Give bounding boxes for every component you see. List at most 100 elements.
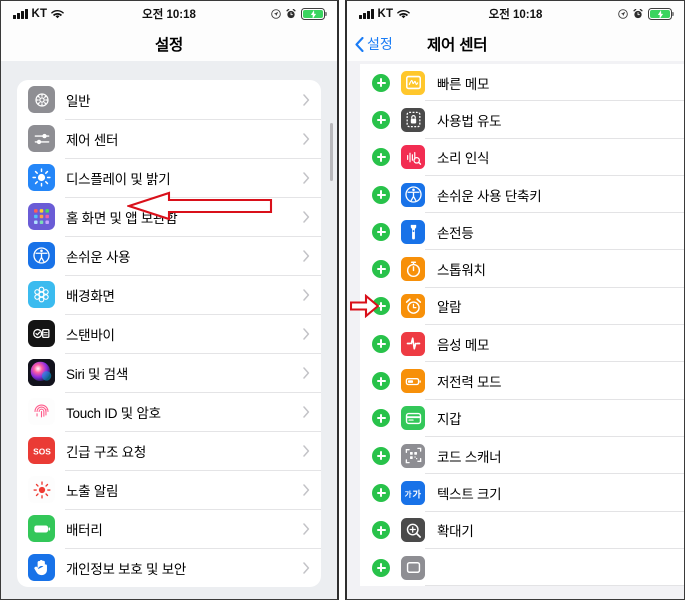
chevron-right-icon [303,561,310,574]
plus-circle-icon[interactable] [372,521,390,540]
plus-circle-icon[interactable] [372,185,390,204]
control-center-row[interactable]: 소리 인식 [360,139,684,177]
back-button-settings[interactable]: 설정 [347,34,393,54]
page-title-settings: 설정 [154,37,184,54]
settings-row[interactable]: 제어 센터 [17,119,321,158]
control-center-row-label: 텍스트 크기 [437,486,502,502]
plus-circle-icon[interactable] [372,483,390,502]
control-center-row[interactable]: 빠른 메모 [360,64,684,102]
settings-row[interactable]: 디스플레이 및 밝기 [17,158,321,197]
vertical-scrollbar[interactable] [330,123,333,181]
accessibility-icon [401,182,425,207]
alarm-icon [401,294,425,319]
flashlight-icon [401,219,425,244]
nav-bar-right: 설정 제어 센터 [347,27,684,61]
settings-row-label: 긴급 구조 요청 [66,444,147,460]
plus-circle-icon[interactable] [372,148,390,167]
plus-circle-icon[interactable] [372,558,390,577]
control-center-row-label: 사용법 유도 [437,113,502,129]
carrier-label: KT [377,8,394,20]
plus-circle-icon[interactable] [372,110,390,129]
control-center-row-label: 저전력 모드 [437,375,502,391]
svg-text:가: 가 [413,488,422,499]
status-bar-left-group: KT [13,8,65,20]
plus-circle-icon[interactable] [372,446,390,465]
settings-row-label: 디스플레이 및 밝기 [66,171,171,187]
cellular-bars-icon [359,9,374,19]
settings-row-label: 제어 센터 [66,132,119,148]
page-title-control-center: 제어 센터 [427,37,488,54]
settings-row[interactable]: 노출 알림 [17,470,321,509]
settings-list-body[interactable]: 일반제어 센터디스플레이 및 밝기 홈 화면 및 앱 보관함 손쉬운 사용 배경화… [1,61,337,599]
chevron-right-icon [303,288,310,301]
right-phone-control-center-screen: KT 오전 10:18 설정 제어 센터 빠른 메모 사용법 유도 소리 인식 … [345,0,685,600]
control-center-row[interactable]: 가 가 텍스트 크기 [360,474,684,512]
plus-circle-icon[interactable] [372,222,390,241]
settings-row[interactable]: 홈 화면 및 앱 보관함 [17,197,321,236]
voice-memo-icon [401,331,425,356]
chevron-right-icon [303,444,310,457]
control-center-row[interactable]: 저전력 모드 [360,362,684,400]
plus-circle-icon[interactable] [372,334,390,353]
settings-row[interactable]: 배터리 [17,509,321,548]
control-center-row[interactable]: 음성 메모 [360,325,684,363]
control-center-row[interactable] [360,549,684,587]
settings-row-label: Siri 및 검색 [66,366,129,382]
control-center-row[interactable]: 손전등 [360,213,684,251]
settings-row[interactable]: Touch ID 및 암호 [17,392,321,431]
left-phone-settings-screen: KT 오전 10:18 설정 일반 제어 센터 디스플레이 및 밝기 홈 화면 … [0,0,339,600]
control-center-row[interactable]: 지갑 [360,400,684,438]
control-center-row-label: 소리 인식 [437,151,490,167]
chevron-left-icon [355,36,364,52]
plus-circle-icon[interactable] [372,260,390,279]
control-center-row-label: 손쉬운 사용 단축키 [437,188,542,204]
control-center-row-label: 코드 스캐너 [437,449,502,465]
settings-row[interactable]: Siri 및 검색 [17,353,321,392]
settings-row-label: 배경화면 [66,288,115,304]
carrier-label: KT [31,8,48,20]
chevron-right-icon [303,405,310,418]
control-center-list-body[interactable]: 빠른 메모사용법 유도소리 인식손쉬운 사용 단축키손전등 스톱워치알람음성 메모… [347,61,684,599]
low-power-icon [401,369,425,394]
quick-note-icon [401,70,425,95]
settings-row[interactable]: SOS 긴급 구조 요청 [17,431,321,470]
location-arrow-icon [618,9,628,19]
settings-row[interactable]: 스탠바이 [17,314,321,353]
chevron-right-icon [303,93,310,106]
plus-circle-icon[interactable] [372,297,390,316]
plus-circle-icon[interactable] [372,409,390,428]
battery-charging-icon [648,8,674,20]
battery-charging-icon [301,8,327,20]
control-center-card: 빠른 메모사용법 유도소리 인식손쉬운 사용 단축키손전등 스톱워치알람음성 메모… [360,64,684,587]
control-center-row-label: 지갑 [437,412,462,428]
settings-row-label: 배터리 [66,522,103,538]
exposure-icon [28,476,55,503]
settings-card: 일반제어 센터디스플레이 및 밝기 홈 화면 및 앱 보관함 손쉬운 사용 배경화… [17,80,321,587]
plus-circle-icon[interactable] [372,73,390,92]
svg-text:가: 가 [405,489,412,499]
magnifier-icon [401,518,425,543]
alarm-clock-icon [286,9,296,19]
control-center-row[interactable]: 스톱워치 [360,250,684,289]
control-center-row[interactable]: 손쉬운 사용 단축키 [360,176,684,214]
control-center-row-label: 알람 [437,300,462,316]
settings-row[interactable]: 배경화면 [17,275,321,314]
chevron-right-icon [303,366,310,379]
status-bar-right-group [618,8,674,20]
status-bar-left-group: KT [359,8,411,20]
status-bar-right-group [271,8,327,20]
control-center-row[interactable]: 코드 스캐너 [360,437,684,475]
control-center-row[interactable]: 알람 [360,288,684,326]
plus-circle-icon[interactable] [372,372,390,391]
control-center-row[interactable]: 확대기 [360,512,684,550]
control-center-row[interactable]: 사용법 유도 [360,101,684,139]
settings-row[interactable]: 일반 [17,80,321,119]
chevron-right-icon [303,522,310,535]
sound-recognition-icon [401,145,425,170]
settings-row[interactable]: 개인정보 보호 및 보안 [17,548,321,587]
settings-row-label: 스탠바이 [66,327,115,343]
siri-icon [28,359,55,386]
settings-row[interactable]: 손쉬운 사용 [17,236,321,275]
screenshot-stage: KT 오전 10:18 설정 일반 제어 센터 디스플레이 및 밝기 홈 화면 … [0,0,685,600]
standby-icon [28,320,55,347]
